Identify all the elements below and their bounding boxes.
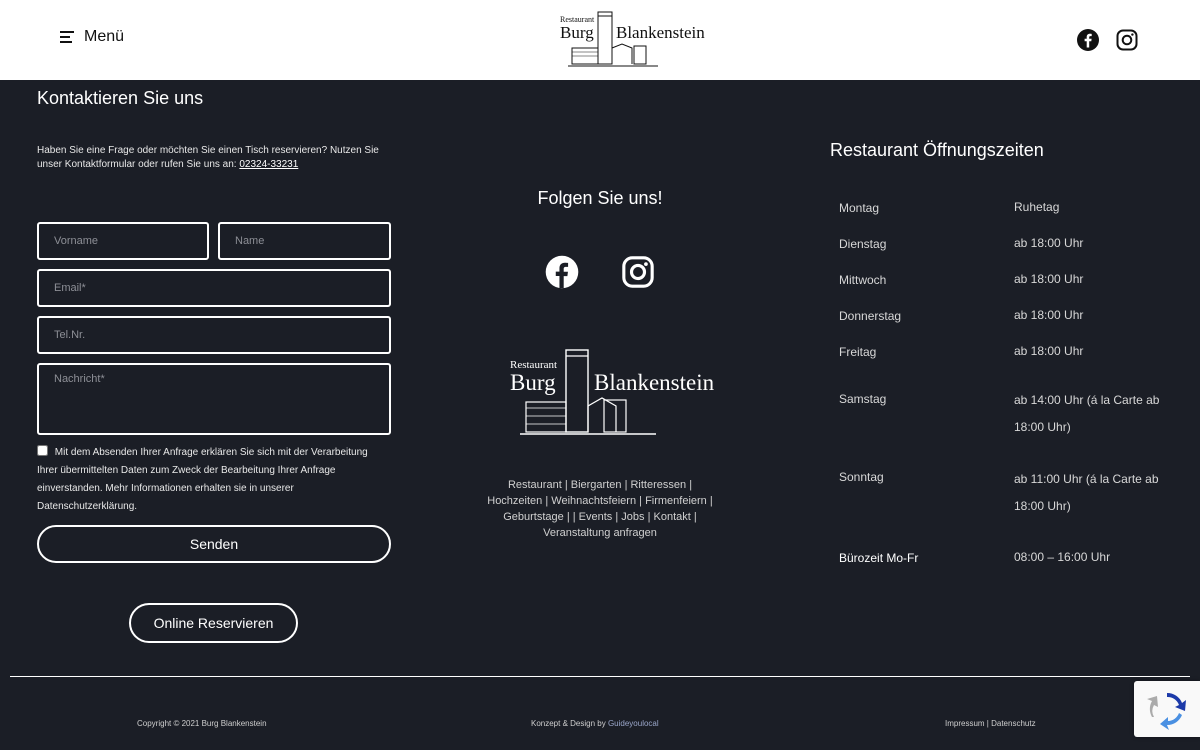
contact-description: Haben Sie eine Frage oder möchten Sie ei… bbox=[37, 145, 379, 170]
hours-day-wednesday: Mittwoch bbox=[839, 273, 887, 287]
link-firmenfeiern[interactable]: Firmenfeiern bbox=[645, 495, 707, 507]
instagram-icon[interactable] bbox=[1115, 28, 1139, 52]
link-kontakt[interactable]: Kontakt bbox=[654, 511, 691, 523]
hours-time-saturday: ab 14:00 Uhr (á la Carte ab 18:00 Uhr) bbox=[1014, 393, 1160, 434]
link-weihnachtsfeiern[interactable]: Weihnachtsfeiern bbox=[551, 495, 636, 507]
impressum-link[interactable]: Impressum bbox=[945, 719, 985, 728]
hours-time-tuesday: ab 18:00 Uhr bbox=[1014, 236, 1084, 250]
opening-hours-title: Restaurant Öffnungszeiten bbox=[830, 140, 1044, 160]
design-credit: Konzept & Design by Guideyoulocal bbox=[531, 719, 659, 728]
svg-text:Blankenstein: Blankenstein bbox=[594, 370, 715, 395]
footer-nav-links: Restaurant | Biergarten | Ritteressen | … bbox=[487, 479, 713, 539]
hours-day-monday: Montag bbox=[839, 201, 880, 215]
instagram-icon[interactable] bbox=[621, 255, 655, 289]
burg-blankenstein-logo[interactable]: Restaurant Burg Blankenstein bbox=[506, 346, 736, 438]
consent-block: Mit dem Absenden Ihrer Anfrage erklären … bbox=[37, 444, 389, 516]
recaptcha-icon bbox=[1147, 692, 1186, 730]
facebook-icon[interactable] bbox=[545, 255, 579, 289]
recaptcha-badge[interactable] bbox=[1134, 681, 1200, 737]
menu-button[interactable]: Menü bbox=[60, 28, 124, 46]
last-name-input[interactable] bbox=[218, 222, 391, 260]
online-reserve-button[interactable]: Online Reservieren bbox=[129, 603, 298, 643]
svg-text:Blankenstein: Blankenstein bbox=[616, 23, 705, 42]
legal-links: Impressum | Datenschutz bbox=[945, 719, 1036, 728]
site-header: Menü Restaurant Burg Blankenstein bbox=[0, 0, 1200, 80]
send-button[interactable]: Senden bbox=[37, 525, 391, 563]
hours-day-office: Bürozeit Mo-Fr bbox=[839, 551, 919, 565]
first-name-input[interactable] bbox=[37, 222, 209, 260]
guideyoulocal-link[interactable]: Guideyoulocal bbox=[608, 719, 659, 728]
hours-day-saturday: Samstag bbox=[839, 392, 887, 406]
hours-day-thursday: Donnerstag bbox=[839, 309, 902, 323]
hours-time-monday: Ruhetag bbox=[1014, 200, 1060, 214]
contact-title: Kontaktieren Sie uns bbox=[37, 88, 204, 108]
menu-label: Menü bbox=[84, 28, 125, 45]
hours-time-wednesday: ab 18:00 Uhr bbox=[1014, 272, 1084, 286]
link-jobs[interactable]: Jobs bbox=[621, 511, 644, 523]
footer-divider bbox=[10, 676, 1190, 677]
hours-day-tuesday: Dienstag bbox=[839, 237, 887, 251]
hamburger-icon bbox=[60, 31, 74, 43]
hours-time-office: 08:00 – 16:00 Uhr bbox=[1014, 550, 1111, 564]
link-geburtstage[interactable]: Geburtstage bbox=[503, 511, 564, 523]
consent-checkbox[interactable] bbox=[37, 445, 48, 456]
svg-text:Burg: Burg bbox=[510, 370, 556, 395]
hours-day-sunday: Sonntag bbox=[839, 470, 884, 484]
burg-blankenstein-logo[interactable]: Restaurant Burg Blankenstein bbox=[558, 8, 714, 72]
hours-time-sunday: ab 11:00 Uhr (á la Carte ab 18:00 Uhr) bbox=[1014, 472, 1159, 513]
email-input[interactable] bbox=[37, 269, 391, 307]
link-events[interactable]: Events bbox=[579, 511, 613, 523]
link-hochzeiten[interactable]: Hochzeiten bbox=[487, 495, 542, 507]
link-biergarten[interactable]: Biergarten bbox=[571, 479, 622, 491]
hours-time-thursday: ab 18:00 Uhr bbox=[1014, 308, 1084, 322]
link-veranstaltung-anfragen[interactable]: Veranstaltung anfragen bbox=[543, 527, 657, 539]
consent-text: Mit dem Absenden Ihrer Anfrage erklären … bbox=[37, 447, 368, 512]
facebook-icon[interactable] bbox=[1076, 28, 1100, 52]
hours-time-friday: ab 18:00 Uhr bbox=[1014, 344, 1084, 358]
hours-day-friday: Freitag bbox=[839, 345, 877, 359]
message-textarea[interactable] bbox=[37, 363, 391, 435]
svg-text:Burg: Burg bbox=[560, 23, 594, 42]
link-ritteressen[interactable]: Ritteressen bbox=[630, 479, 686, 491]
copyright-text: Copyright © 2021 Burg Blankenstein bbox=[137, 719, 267, 728]
phone-input[interactable] bbox=[37, 316, 391, 354]
link-restaurant[interactable]: Restaurant bbox=[508, 479, 562, 491]
follow-title: Folgen Sie uns! bbox=[537, 188, 663, 208]
phone-link[interactable]: 02324-33231 bbox=[239, 159, 298, 170]
datenschutz-link[interactable]: Datenschutz bbox=[991, 719, 1035, 728]
